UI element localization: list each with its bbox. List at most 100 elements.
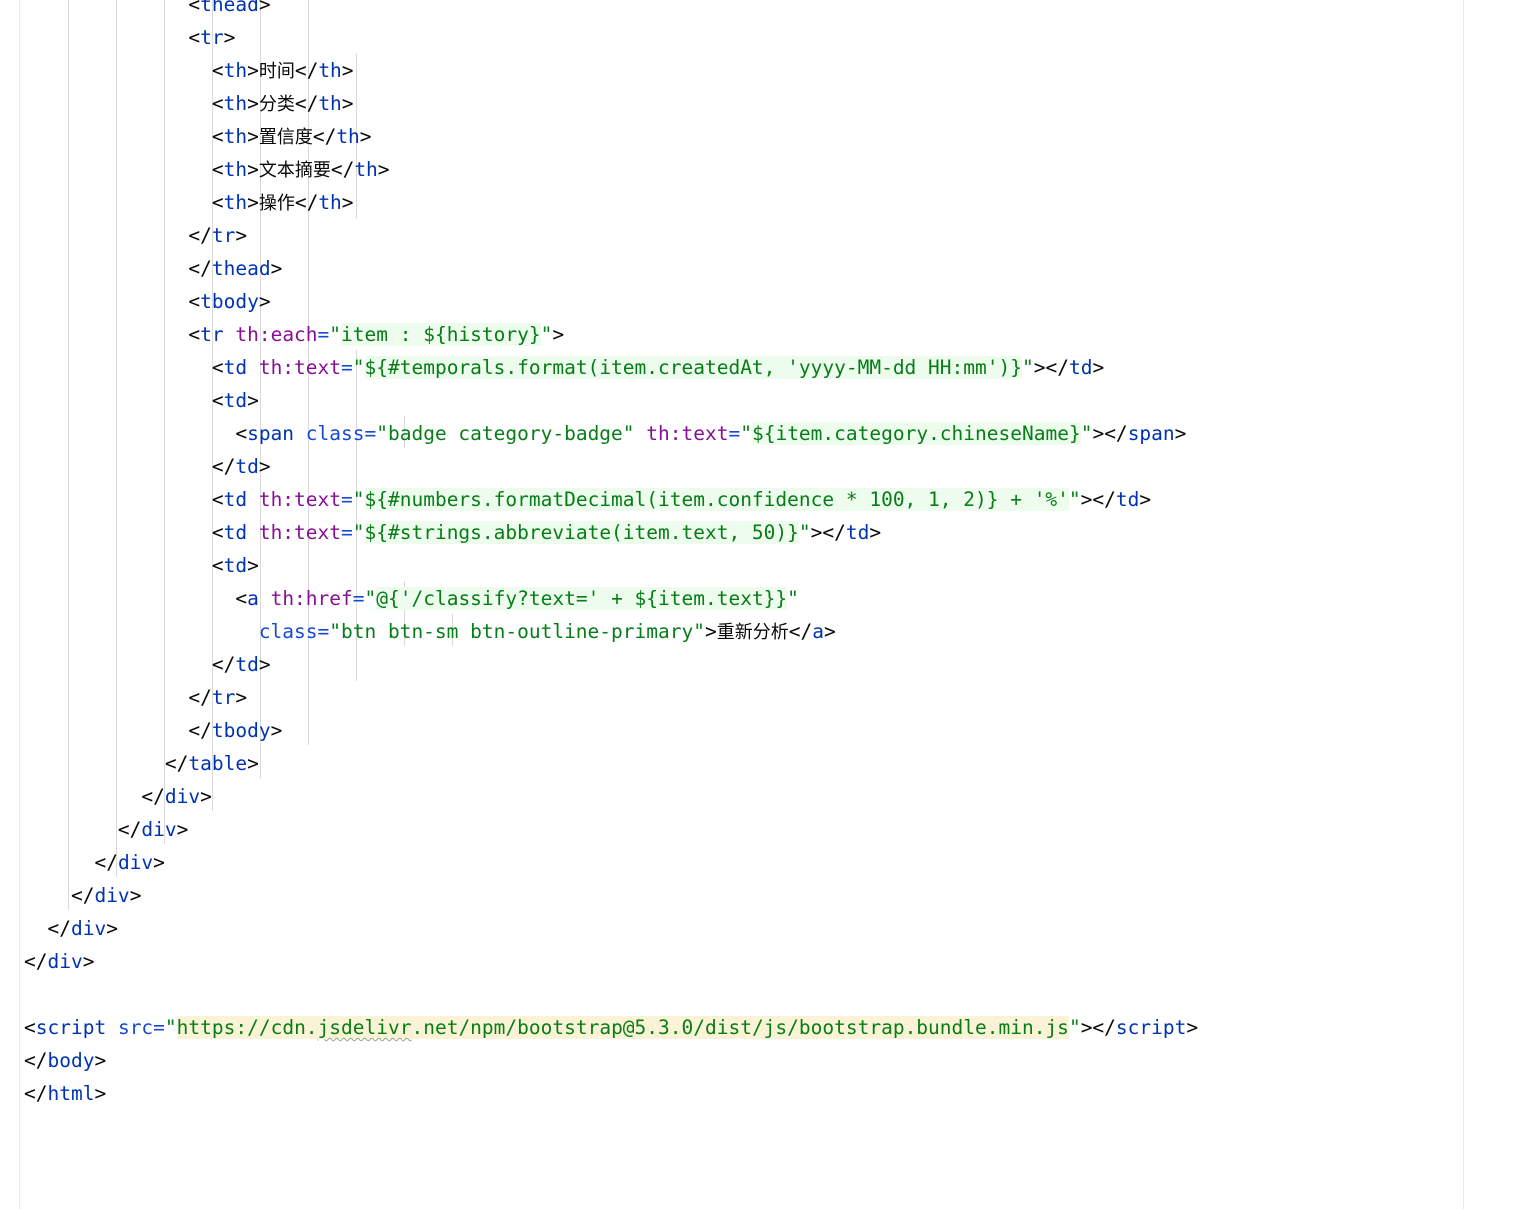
code-line[interactable]: </div> xyxy=(24,846,1198,879)
code-line[interactable]: <td th:text="${#numbers.formatDecimal(it… xyxy=(24,483,1198,516)
code-line[interactable]: <a th:href="@{'/classify?text=' + ${item… xyxy=(24,582,1198,615)
code-line[interactable]: <td th:text="${#strings.abbreviate(item.… xyxy=(24,516,1198,549)
code-line[interactable]: <td th:text="${#temporals.format(item.cr… xyxy=(24,351,1198,384)
code-token: < xyxy=(211,356,224,379)
code-token: th xyxy=(223,92,248,115)
code-token: tr xyxy=(211,224,236,247)
code-line[interactable]: </div> xyxy=(24,813,1198,846)
code-token: a xyxy=(812,620,824,643)
code-line[interactable]: </tbody> xyxy=(24,714,1198,747)
code-token: " xyxy=(1068,1016,1081,1039)
code-token: " xyxy=(352,521,365,544)
code-line[interactable]: </tr> xyxy=(24,219,1198,252)
code-token: = xyxy=(317,323,330,346)
code-token: td xyxy=(223,389,248,412)
code-token: </ xyxy=(70,884,95,907)
code-line[interactable]: </td> xyxy=(24,450,1198,483)
code-token: </ xyxy=(188,257,212,280)
code-line[interactable]: <th>操作</th> xyxy=(24,186,1198,219)
code-token: item : ${history} xyxy=(341,323,541,346)
code-token: th xyxy=(318,191,342,214)
code-token: > xyxy=(869,521,882,544)
code-token: </ xyxy=(188,686,212,709)
code-token: ${item.category.chineseName} xyxy=(751,422,1081,445)
code-token: ></ xyxy=(810,521,846,544)
code-line[interactable]: <thead> xyxy=(24,0,1198,21)
code-line[interactable]: </html> xyxy=(24,1077,1198,1110)
code-token: </ xyxy=(164,752,189,775)
code-line[interactable]: <th>时间</th> xyxy=(24,54,1198,87)
code-token: > xyxy=(247,554,259,577)
code-token: th xyxy=(223,191,248,214)
code-line[interactable]: </thead> xyxy=(24,252,1198,285)
code-token: th xyxy=(223,158,248,181)
code-token: </ xyxy=(141,785,165,808)
code-line[interactable]: <td> xyxy=(24,384,1198,417)
code-line[interactable]: </div> xyxy=(24,945,1198,978)
code-token: td xyxy=(223,356,248,379)
code-token: " xyxy=(1080,422,1093,445)
code-token: </ xyxy=(24,1049,48,1072)
code-token: tbody xyxy=(211,719,271,742)
code-token: jsdelivr xyxy=(317,1016,412,1039)
code-token: > xyxy=(247,191,259,214)
code-token: " xyxy=(364,587,377,610)
code-token: https://cdn. xyxy=(176,1016,318,1039)
code-line[interactable]: <script src="https://cdn.jsdelivr.net/np… xyxy=(24,1011,1198,1044)
code-line[interactable]: </td> xyxy=(24,648,1198,681)
code-token: td xyxy=(235,653,259,676)
code-editor[interactable]: <thead> <tr> <th>时间</th> <th>分类</th> <th… xyxy=(24,0,1198,1110)
code-line[interactable]: <th>文本摘要</th> xyxy=(24,153,1198,186)
editor-right-margin-guide xyxy=(1463,0,1464,1209)
code-token: th:text xyxy=(646,422,729,445)
code-token: thead xyxy=(211,257,271,280)
code-token: < xyxy=(24,1016,36,1039)
code-token: src= xyxy=(117,1016,165,1039)
code-token: > xyxy=(1174,422,1187,445)
code-token: " xyxy=(540,323,553,346)
code-line[interactable]: <tbody> xyxy=(24,285,1198,318)
code-token: > xyxy=(247,752,259,775)
code-line[interactable]: class="btn btn-sm btn-outline-primary">重… xyxy=(24,615,1198,648)
code-token: </ xyxy=(47,917,71,940)
code-line[interactable]: </div> xyxy=(24,912,1198,945)
code-line[interactable]: <th>分类</th> xyxy=(24,87,1198,120)
code-line[interactable]: </div> xyxy=(24,780,1198,813)
code-token: th:text xyxy=(258,521,342,544)
code-token: div xyxy=(141,818,177,841)
code-token: > xyxy=(129,884,142,907)
code-line[interactable]: <td> xyxy=(24,549,1198,582)
code-token: th xyxy=(336,125,360,148)
code-token: </ xyxy=(24,1082,48,1105)
code-token: ${#strings.abbreviate(item.text, 50)} xyxy=(364,521,799,544)
code-line[interactable]: <span class="badge category-badge" th:te… xyxy=(24,417,1198,450)
code-line[interactable]: </tr> xyxy=(24,681,1198,714)
code-token: td xyxy=(845,521,870,544)
code-token: ></ xyxy=(1033,356,1069,379)
code-line[interactable]: <th>置信度</th> xyxy=(24,120,1198,153)
code-line[interactable]: <tr> xyxy=(24,21,1198,54)
code-line[interactable]: </body> xyxy=(24,1044,1198,1077)
code-token: " xyxy=(352,356,365,379)
code-token: " xyxy=(329,323,342,346)
code-token: th xyxy=(318,59,342,82)
code-line[interactable] xyxy=(24,978,1198,1011)
code-line[interactable]: </table> xyxy=(24,747,1198,780)
code-token: > xyxy=(270,257,283,280)
code-line[interactable]: <tr th:each="item : ${history}"> xyxy=(24,318,1198,351)
code-token: </ xyxy=(294,191,319,214)
code-line[interactable]: </div> xyxy=(24,879,1198,912)
code-token: th:text xyxy=(258,488,342,511)
code-token: < xyxy=(188,26,201,49)
